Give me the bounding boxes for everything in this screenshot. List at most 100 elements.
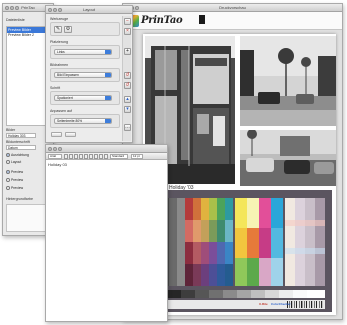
font-label: Schrift: [50, 86, 61, 90]
color-icon[interactable]: [99, 154, 103, 159]
align-center-icon[interactable]: [84, 154, 88, 159]
settings-title: Layout: [82, 7, 95, 12]
settings-small-button[interactable]: [65, 132, 76, 137]
italic-icon[interactable]: [69, 154, 73, 159]
frame-group: Bild Einpassen: [50, 68, 120, 82]
file-list-item[interactable]: Preview Bilder 2: [7, 33, 49, 38]
file-list: Preview Bilder Preview Bilder 2: [6, 26, 50, 126]
bold-icon[interactable]: [64, 154, 68, 159]
font-family-field[interactable]: Arial: [48, 154, 62, 159]
preview-caption: Holiday '03: [169, 185, 194, 191]
options-icon[interactable]: …: [124, 124, 131, 131]
preview-titlebar[interactable]: Druckvorschau: [123, 4, 342, 12]
hue-columns: [185, 198, 233, 286]
chevron-down-icon: [105, 96, 111, 100]
radio-icon: [6, 186, 10, 190]
align-right-icon[interactable]: [89, 154, 93, 159]
filter-field[interactable]: Holiday 303: [6, 133, 36, 138]
text-toolbar: Arial Standard 12 pt: [46, 153, 167, 160]
tools-group: ✎ ⚙: [50, 22, 120, 36]
radio-option[interactable]: Layout: [6, 160, 21, 164]
caption-window: Arial Standard 12 pt Holiday 03: [45, 144, 168, 322]
remove-icon[interactable]: −: [124, 18, 131, 25]
chevron-down-icon: [105, 50, 111, 54]
style-field[interactable]: Standard: [110, 154, 128, 159]
remove-icon[interactable]: ×: [124, 28, 131, 35]
chart-caption-brand: X-Rite: [259, 302, 268, 306]
radio-label: Layout: [11, 160, 22, 164]
background-swatch-area[interactable]: [6, 204, 50, 232]
print-page: X-Rite ColorChecker: [143, 34, 336, 315]
frame-label: Bildrahmen: [50, 63, 69, 67]
radio-label: Preview: [11, 178, 24, 182]
reset-icon[interactable]: ↺: [124, 82, 131, 89]
justify-icon[interactable]: [94, 154, 98, 159]
radio-icon: [6, 160, 10, 164]
fit-label: Anpassen auf: [50, 109, 72, 113]
settings-window: Layout Werkzeuge ✎ ⚙ Platzierung Links B…: [45, 5, 133, 143]
placement-select[interactable]: Links: [54, 49, 112, 55]
radio-option[interactable]: Preview: [6, 178, 23, 182]
radio-option[interactable]: Preview: [6, 186, 23, 190]
chevron-down-icon: [105, 119, 111, 123]
placement-select-value: Links: [57, 50, 65, 54]
radio-label: Ausrichtung: [11, 153, 29, 157]
subtitle-label: Bildunterschrift: [6, 140, 30, 144]
placement-label: Platzierung: [50, 40, 68, 44]
fit-select-value: Seitenbreite 80%: [57, 119, 83, 123]
radio-option[interactable]: Preview: [6, 170, 23, 174]
window-controls: [48, 147, 62, 151]
background-label: Hintergrundfarbe: [6, 197, 33, 201]
radio-label: Preview: [11, 186, 24, 190]
radio-option[interactable]: Ausrichtung: [6, 153, 29, 157]
fit-select[interactable]: Seitenbreite 80%: [54, 118, 112, 124]
underline-icon[interactable]: [74, 154, 78, 159]
photo-cars[interactable]: [240, 130, 336, 186]
add-icon[interactable]: +: [124, 48, 131, 55]
font-select-value: Spationiert: [57, 96, 73, 100]
radio-icon: [6, 170, 10, 174]
align-left-icon[interactable]: [79, 154, 83, 159]
fit-group: Seitenbreite 80%: [50, 114, 120, 128]
caption-text-area[interactable]: Holiday 03: [48, 162, 67, 167]
list-icon[interactable]: [104, 154, 108, 159]
font-select[interactable]: Spationiert: [54, 95, 112, 101]
gear-icon[interactable]: ⚙: [64, 26, 72, 33]
reset-icon[interactable]: ↺: [124, 72, 131, 79]
document-icon[interactable]: [199, 15, 205, 24]
chart-caption-name: ColorChecker: [271, 302, 291, 306]
pastel-columns: [285, 198, 325, 286]
filter-label: Bilder: [6, 128, 16, 132]
radio-label: Preview: [11, 170, 24, 174]
photo-street-palms-image: [240, 36, 336, 126]
photo-cars-image: [240, 130, 336, 186]
settings-titlebar[interactable]: Layout: [46, 6, 132, 14]
frame-select-value: Bild Einpassen: [57, 73, 79, 77]
file-list-label: Dateienliste: [6, 18, 25, 22]
frame-select[interactable]: Bild Einpassen: [54, 72, 112, 78]
minimize-dot-icon[interactable]: [53, 147, 57, 151]
preview-title: Druckvorschau: [219, 5, 246, 10]
settings-side-toolbar: − × + ↺ ↺ ▴ ▾ …: [122, 16, 131, 141]
caption-titlebar[interactable]: [46, 145, 167, 153]
color-target-chart[interactable]: X-Rite ColorChecker: [147, 190, 332, 312]
brand-bar: PrinTao: [123, 12, 342, 30]
radio-icon: [6, 178, 10, 182]
pencil-icon[interactable]: ✎: [54, 26, 62, 33]
zoom-dot-icon[interactable]: [58, 147, 62, 151]
primary-patches: [235, 198, 283, 286]
up-arrow-icon[interactable]: ▴: [124, 96, 131, 103]
subtitle-field[interactable]: Datum: [6, 145, 36, 150]
settings-small-button[interactable]: [51, 132, 62, 137]
color-target-image: [147, 190, 332, 312]
brand-name: PrinTao: [141, 15, 183, 26]
photo-street-palms[interactable]: [240, 36, 336, 126]
close-dot-icon[interactable]: [48, 147, 52, 151]
tools-label: Werkzeuge: [50, 17, 69, 21]
font-group: Spationiert: [50, 91, 120, 105]
down-arrow-icon[interactable]: ▾: [124, 106, 131, 113]
gray-ramp-bottom: [153, 290, 325, 298]
placement-group: Links: [50, 45, 120, 59]
size-field[interactable]: 12 pt: [131, 154, 143, 159]
chevron-down-icon: [105, 73, 111, 77]
